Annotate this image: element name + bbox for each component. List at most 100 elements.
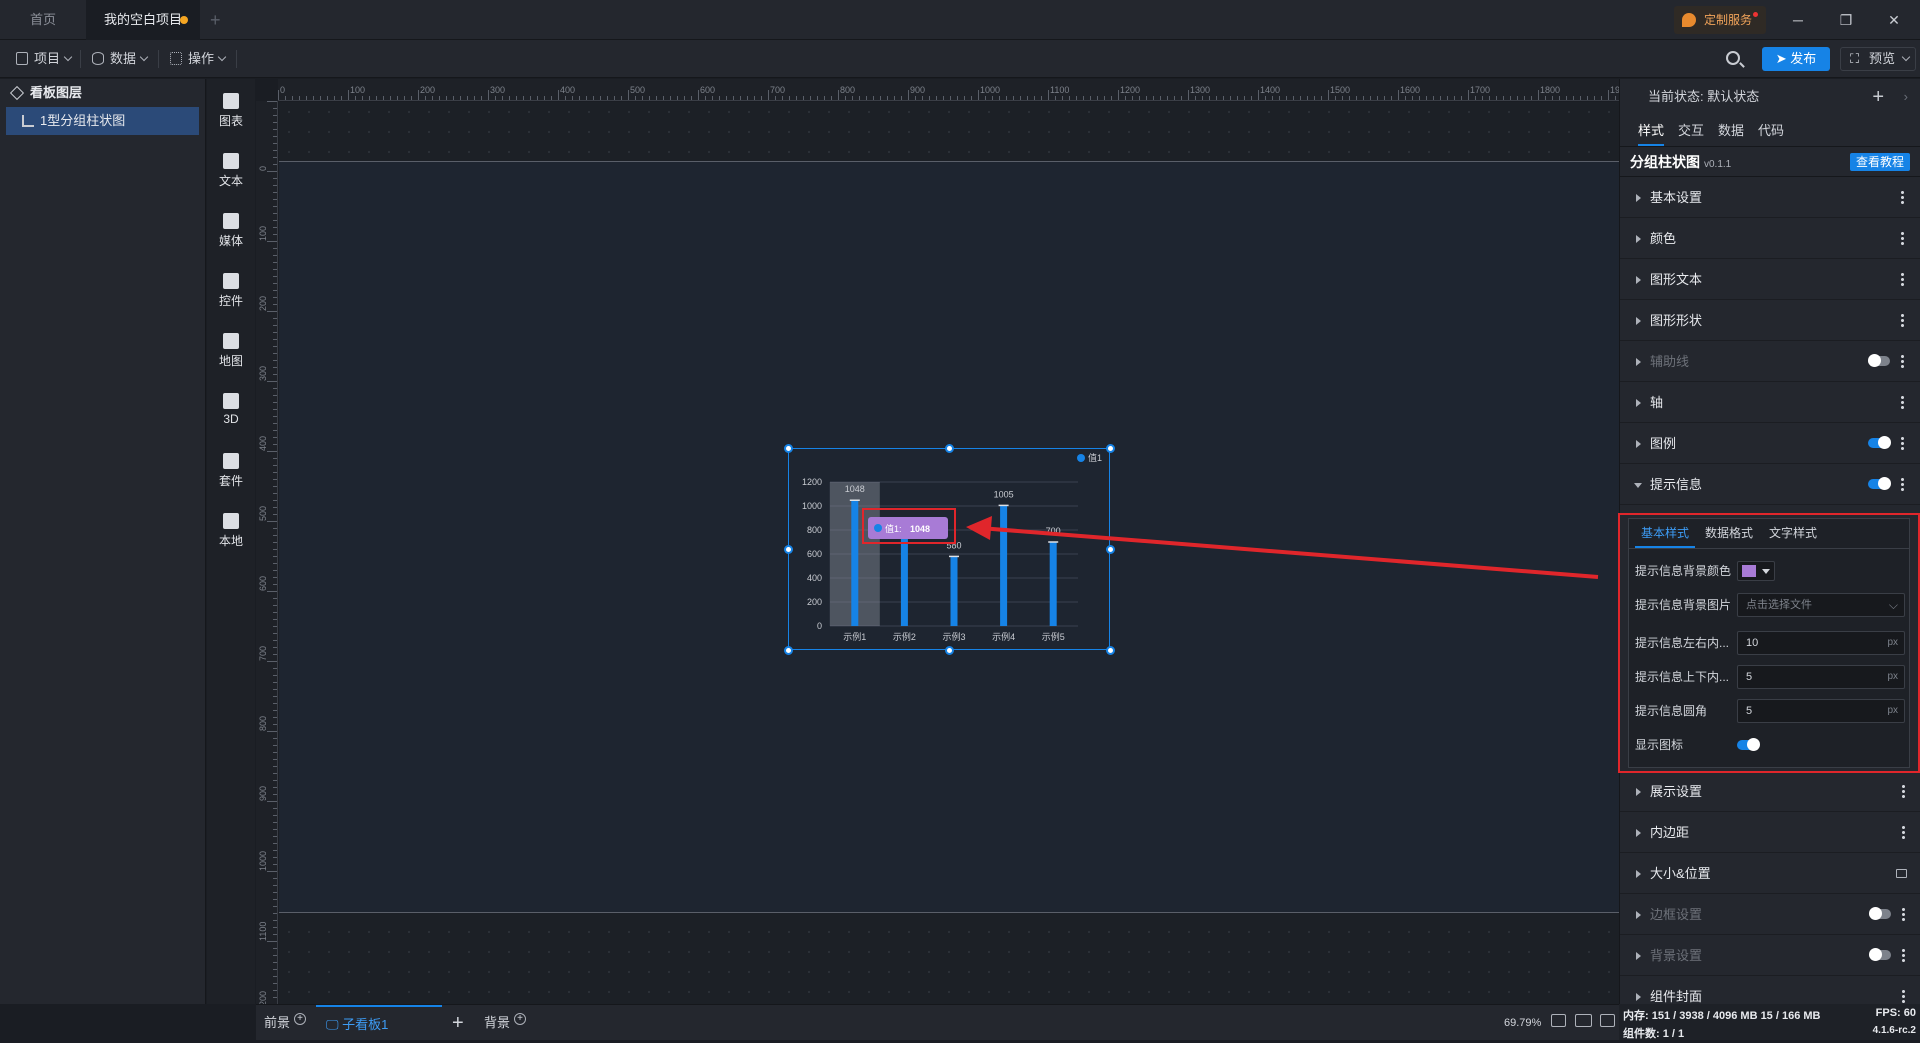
- section-label: 内边距: [1650, 825, 1690, 840]
- more-vertical-icon[interactable]: [1901, 313, 1904, 328]
- section-graphic-shape[interactable]: 图形形状: [1620, 300, 1920, 341]
- section-basic[interactable]: 基本设置: [1620, 177, 1920, 218]
- ruler-tick: [586, 96, 587, 100]
- resize-handle[interactable]: [784, 545, 793, 554]
- add-state-icon[interactable]: +: [1872, 79, 1884, 115]
- section-display[interactable]: 展示设置: [1620, 771, 1920, 812]
- guide-line-toggle[interactable]: [1868, 354, 1890, 367]
- preview-button[interactable]: ⛶ 预览: [1840, 47, 1916, 71]
- chevron-down-icon: [63, 52, 73, 62]
- lock-icon[interactable]: [1896, 869, 1907, 878]
- ruler-tick-label: 700: [258, 645, 268, 661]
- chevron-right-icon[interactable]: ›: [1904, 79, 1908, 115]
- more-vertical-icon[interactable]: [1901, 354, 1904, 369]
- terminal-icon[interactable]: [1600, 1014, 1615, 1027]
- toolbox-text-button[interactable]: 文本: [207, 145, 255, 193]
- ruler-tick: [866, 96, 867, 100]
- close-icon[interactable]: ✕: [1874, 8, 1914, 32]
- section-background[interactable]: 背景设置: [1620, 935, 1920, 976]
- more-vertical-icon[interactable]: [1901, 231, 1904, 246]
- ruler-tick: [273, 353, 277, 354]
- tab-interaction[interactable]: 交互: [1678, 115, 1704, 146]
- ruler-tick: [267, 451, 277, 452]
- more-vertical-icon[interactable]: [1901, 190, 1904, 205]
- tab-code[interactable]: 代码: [1758, 115, 1784, 146]
- more-vertical-icon[interactable]: [1901, 436, 1904, 451]
- background-toggle[interactable]: [1869, 948, 1891, 961]
- more-vertical-icon[interactable]: [1902, 825, 1905, 840]
- restore-icon[interactable]: ❐: [1826, 8, 1866, 32]
- section-border[interactable]: 边框设置: [1620, 894, 1920, 935]
- project-label: 项目: [34, 51, 61, 66]
- resize-handle[interactable]: [1106, 444, 1115, 453]
- section-tooltip[interactable]: 提示信息: [1620, 464, 1920, 505]
- tab-my-project[interactable]: 我的空白项目: [86, 0, 200, 40]
- resize-handle[interactable]: [945, 444, 954, 453]
- resize-handle[interactable]: [1106, 646, 1115, 655]
- resize-handle[interactable]: [945, 646, 954, 655]
- section-padding[interactable]: 内边距: [1620, 812, 1920, 853]
- background-tab[interactable]: 背景 +: [484, 1005, 527, 1041]
- ruler-tick: [670, 96, 671, 100]
- ruler-tick: [273, 773, 277, 774]
- toolbox-cube-button[interactable]: 3D: [207, 385, 255, 433]
- more-vertical-icon[interactable]: [1901, 395, 1904, 410]
- section-legend[interactable]: 图例: [1620, 423, 1920, 464]
- minimize-icon[interactable]: ─: [1778, 8, 1818, 32]
- tab-home[interactable]: 首页: [0, 0, 86, 40]
- toolbox-chart-button[interactable]: 图表: [207, 85, 255, 133]
- sub-board-tab[interactable]: 🖵 子看板1: [316, 1005, 442, 1041]
- more-vertical-icon[interactable]: [1902, 989, 1905, 1004]
- data-menu-button[interactable]: 数据: [90, 48, 149, 70]
- section-graphic-text[interactable]: 图形文本: [1620, 259, 1920, 300]
- add-circle-icon[interactable]: +: [514, 1013, 527, 1025]
- keyboard-icon[interactable]: [1575, 1014, 1592, 1027]
- ruler-tick: [1503, 96, 1504, 100]
- tab-data[interactable]: 数据: [1718, 115, 1744, 146]
- ruler-tick: [782, 96, 783, 100]
- toolbox-control-button[interactable]: 控件: [207, 265, 255, 313]
- toolbox-map-button[interactable]: 地图: [207, 325, 255, 373]
- toolbox-kit-button[interactable]: 套件: [207, 445, 255, 493]
- border-toggle[interactable]: [1869, 907, 1891, 920]
- section-guide-line[interactable]: 辅助线: [1620, 341, 1920, 382]
- new-tab-plus-icon[interactable]: +: [210, 10, 221, 31]
- tutorial-button[interactable]: 查看教程: [1849, 153, 1910, 171]
- section-label: 基本设置: [1650, 190, 1703, 205]
- foreground-tab[interactable]: 前景 +: [264, 1005, 307, 1041]
- publish-button[interactable]: ➤ 发布: [1762, 47, 1830, 71]
- section-axis[interactable]: 轴: [1620, 382, 1920, 423]
- ruler-tick: [273, 318, 277, 319]
- board-tabs-bar: 前景 + 🖵 子看板1 + 背景 + 69.79%: [256, 1004, 1619, 1040]
- section-size-position[interactable]: 大小&位置: [1620, 853, 1920, 894]
- custom-service-button[interactable]: 定制服务: [1674, 6, 1766, 34]
- section-color[interactable]: 颜色: [1620, 218, 1920, 259]
- more-vertical-icon[interactable]: [1901, 272, 1904, 287]
- add-circle-icon[interactable]: +: [294, 1013, 307, 1025]
- tab-style[interactable]: 样式: [1638, 115, 1665, 146]
- fit-screen-icon[interactable]: [1551, 1014, 1566, 1027]
- toolbox-media-button[interactable]: 媒体: [207, 205, 255, 253]
- selection-box[interactable]: [788, 448, 1110, 650]
- layer-item[interactable]: 1型分组柱状图: [6, 107, 199, 135]
- ruler-tick: [768, 90, 769, 100]
- ruler-tick: [273, 780, 277, 781]
- search-icon[interactable]: [1726, 51, 1740, 65]
- ruler-tick: [1265, 96, 1266, 100]
- resize-handle[interactable]: [784, 646, 793, 655]
- more-vertical-icon[interactable]: [1902, 948, 1905, 963]
- tooltip-toggle[interactable]: [1868, 477, 1891, 490]
- more-vertical-icon[interactable]: [1901, 477, 1904, 492]
- more-vertical-icon[interactable]: [1902, 784, 1905, 799]
- resize-handle[interactable]: [1106, 545, 1115, 554]
- more-vertical-icon[interactable]: [1902, 907, 1905, 922]
- toolbox-puzzle-button[interactable]: 本地: [207, 505, 255, 553]
- project-menu-button[interactable]: 项目: [14, 48, 73, 70]
- add-board-icon[interactable]: +: [452, 1005, 464, 1041]
- zoom-level[interactable]: 69.79%: [1504, 1005, 1541, 1041]
- section-cover[interactable]: 组件封面: [1620, 976, 1920, 1004]
- resize-handle[interactable]: [784, 444, 793, 453]
- operate-menu-button[interactable]: 操作: [168, 48, 227, 70]
- legend-toggle[interactable]: [1868, 436, 1891, 449]
- ruler-tick: [273, 276, 277, 277]
